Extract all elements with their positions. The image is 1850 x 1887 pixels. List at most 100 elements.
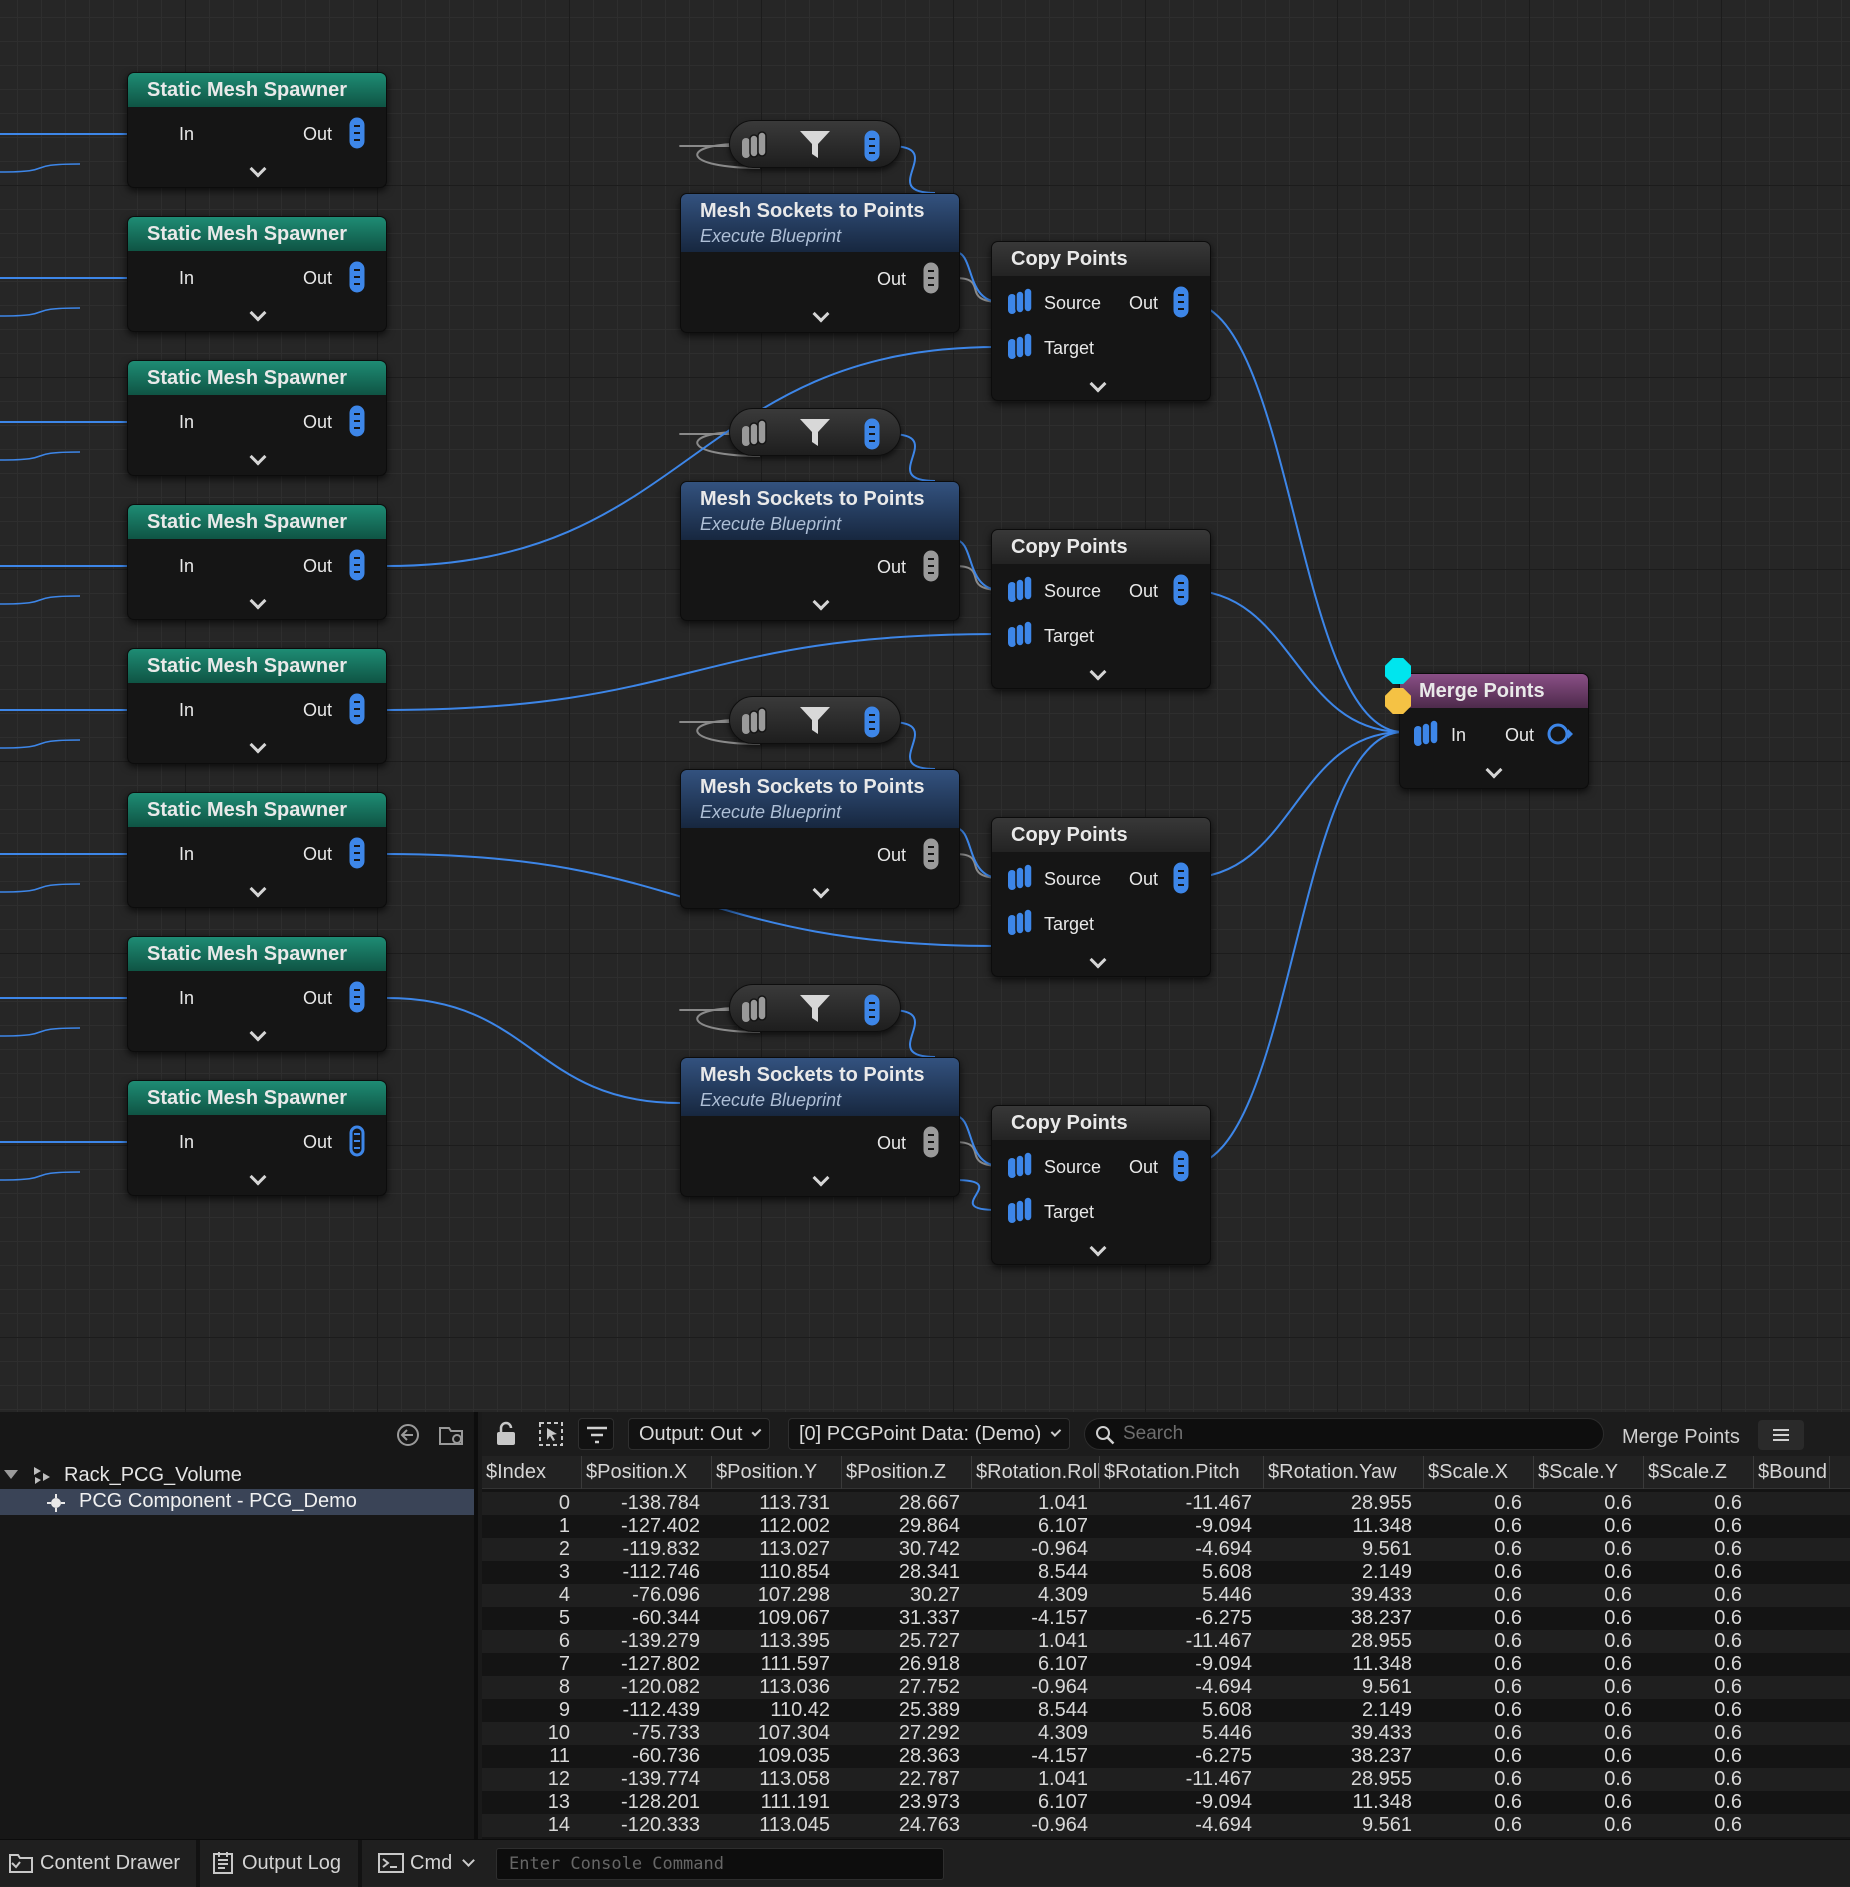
out-pin-icon[interactable] (347, 405, 367, 437)
copy-points-node[interactable]: Copy Points Source Out Target (991, 241, 1211, 401)
collapse-arrow-icon[interactable] (4, 1470, 18, 1480)
mesh-sockets-to-points-node[interactable]: Mesh Sockets to Points Execute Blueprint O… (680, 193, 960, 333)
table-row[interactable]: 12 -139.774 113.058 22.787 1.041 -11.467 28.95… (482, 1768, 1850, 1791)
filter-node[interactable] (729, 696, 901, 744)
expand-chevron-icon[interactable] (1089, 1239, 1107, 1257)
expand-chevron-icon[interactable] (812, 593, 830, 611)
outliner-row-volume[interactable]: Rack_PCG_Volume (0, 1462, 474, 1488)
expand-chevron-icon[interactable] (1089, 663, 1107, 681)
static-mesh-spawner-node[interactable]: Static Mesh Spawner In Out (127, 936, 387, 1052)
expand-chevron-icon[interactable] (249, 160, 267, 178)
table-row[interactable]: 7 -127.802 111.597 26.918 6.107 -9.094 11.348 0… (482, 1653, 1850, 1676)
out-pin-icon[interactable] (862, 994, 882, 1026)
in-pin-icon[interactable] (740, 130, 768, 162)
static-mesh-spawner-node[interactable]: Static Mesh Spawner In Out (127, 504, 387, 620)
static-mesh-spawner-node[interactable]: Static Mesh Spawner In Out (127, 1080, 387, 1196)
browse-folder-icon[interactable] (438, 1422, 466, 1448)
out-pin-icon[interactable] (347, 117, 367, 149)
mesh-sockets-to-points-node[interactable]: Mesh Sockets to Points Execute Blueprint O… (680, 1057, 960, 1197)
filter-node[interactable] (729, 120, 901, 168)
table-row[interactable]: 13 -128.201 111.191 23.973 6.107 -9.094 11.348… (482, 1791, 1850, 1814)
search-input[interactable]: Search (1084, 1418, 1604, 1450)
back-icon[interactable] (395, 1422, 421, 1448)
copy-points-node[interactable]: Copy Points Source Out Target (991, 1105, 1211, 1265)
filter-lines-button[interactable] (578, 1418, 614, 1450)
source-pin-icon[interactable] (1006, 574, 1034, 606)
console-input[interactable]: Enter Console Command (496, 1848, 944, 1880)
expand-chevron-icon[interactable] (812, 1169, 830, 1187)
column-header[interactable]: $Rotation.Yaw (1264, 1456, 1424, 1489)
debug-yellow-marker[interactable] (1385, 688, 1411, 714)
table-row[interactable]: 3 -112.746 110.854 28.341 8.544 5.608 2.149 0.6… (482, 1561, 1850, 1584)
out-pin-icon[interactable] (1171, 286, 1191, 318)
out-pin-icon[interactable] (921, 262, 941, 294)
out-pin-icon[interactable] (921, 838, 941, 870)
expand-chevron-icon[interactable] (812, 881, 830, 899)
pcg-graph-canvas[interactable]: Static Mesh Spawner In Out Static Mesh Spaw… (0, 0, 1850, 1412)
out-pin-icon[interactable] (347, 261, 367, 293)
table-row[interactable]: 9 -112.439 110.42 25.389 8.544 5.608 2.149 0.6 0… (482, 1699, 1850, 1722)
table-row[interactable]: 4 -76.096 107.298 30.27 4.309 5.446 39.433 0.6 0… (482, 1584, 1850, 1607)
content-drawer-button[interactable]: Content Drawer (8, 1846, 180, 1880)
target-pin-icon[interactable] (1006, 907, 1034, 939)
select-cursor-icon[interactable] (538, 1421, 564, 1447)
outliner-row-component[interactable]: PCG Component - PCG_Demo (0, 1489, 474, 1515)
in-pin-icon[interactable] (740, 418, 768, 450)
out-pin-icon[interactable] (921, 1126, 941, 1158)
in-pin-icon[interactable] (740, 994, 768, 1026)
expand-chevron-icon[interactable] (249, 304, 267, 322)
column-header[interactable]: $Scale.Z (1644, 1456, 1754, 1489)
source-pin-icon[interactable] (1006, 1150, 1034, 1182)
expand-chevron-icon[interactable] (249, 736, 267, 754)
copy-points-node[interactable]: Copy Points Source Out Target (991, 817, 1211, 977)
static-mesh-spawner-node[interactable]: Static Mesh Spawner In Out (127, 360, 387, 476)
copy-points-node[interactable]: Copy Points Source Out Target (991, 529, 1211, 689)
mesh-sockets-to-points-node[interactable]: Mesh Sockets to Points Execute Blueprint O… (680, 769, 960, 909)
expand-chevron-icon[interactable] (249, 880, 267, 898)
table-row[interactable]: 10 -75.733 107.304 27.292 4.309 5.446 39.433 0.… (482, 1722, 1850, 1745)
filter-node[interactable] (729, 984, 901, 1032)
source-pin-icon[interactable] (1006, 286, 1034, 318)
table-row[interactable]: 5 -60.344 109.067 31.337 -4.157 -6.275 38.237 0… (482, 1607, 1850, 1630)
table-row[interactable]: 2 -119.832 113.027 30.742 -0.964 -4.694 9.561 0… (482, 1538, 1850, 1561)
debug-cyan-marker[interactable] (1385, 658, 1411, 684)
target-pin-icon[interactable] (1006, 1195, 1034, 1227)
target-pin-icon[interactable] (1006, 331, 1034, 363)
static-mesh-spawner-node[interactable]: Static Mesh Spawner In Out (127, 216, 387, 332)
expand-chevron-icon[interactable] (1485, 761, 1503, 779)
column-header[interactable]: $Rotation.Roll (972, 1456, 1100, 1489)
column-header[interactable]: $Position.X (582, 1456, 712, 1489)
output-log-button[interactable]: Output Log (212, 1846, 341, 1880)
merge-points-node[interactable]: Merge Points In Out (1399, 673, 1589, 789)
expand-chevron-icon[interactable] (1089, 951, 1107, 969)
expand-chevron-icon[interactable] (249, 1168, 267, 1186)
column-header[interactable]: $Scale.Y (1534, 1456, 1644, 1489)
column-header[interactable]: $Position.Z (842, 1456, 972, 1489)
out-pin-icon[interactable] (862, 418, 882, 450)
out-pin-icon[interactable] (862, 130, 882, 162)
filter-node[interactable] (729, 408, 901, 456)
in-pin-icon[interactable] (740, 706, 768, 738)
menu-button[interactable] (1758, 1420, 1804, 1450)
table-row[interactable]: 6 -139.279 113.395 25.727 1.041 -11.467 28.955… (482, 1630, 1850, 1653)
table-row[interactable]: 0 -138.784 113.731 28.667 1.041 -11.467 28.955… (482, 1492, 1850, 1515)
out-pin-icon[interactable] (347, 1125, 367, 1157)
lock-icon[interactable] (494, 1421, 518, 1447)
target-pin-icon[interactable] (1006, 619, 1034, 651)
in-pin-icon[interactable] (1412, 718, 1440, 750)
out-pin-icon[interactable] (347, 837, 367, 869)
table-row[interactable]: 8 -120.082 113.036 27.752 -0.964 -4.694 9.561 0… (482, 1676, 1850, 1699)
output-pin-combo[interactable]: Output: Out (628, 1418, 770, 1450)
expand-chevron-icon[interactable] (1089, 375, 1107, 393)
data-selector-combo[interactable]: [0] PCGPoint Data: (Demo) (788, 1418, 1070, 1450)
expand-chevron-icon[interactable] (249, 592, 267, 610)
column-header[interactable]: $Position.Y (712, 1456, 842, 1489)
table-row[interactable]: 14 -120.333 113.045 24.763 -0.964 -4.694 9.561… (482, 1814, 1850, 1837)
column-header[interactable]: $Index (482, 1456, 582, 1489)
out-pin-icon[interactable] (862, 706, 882, 738)
cmd-dropdown[interactable]: Cmd (378, 1846, 476, 1880)
out-pin-icon[interactable] (921, 550, 941, 582)
out-pin-icon[interactable] (347, 693, 367, 725)
out-pin-icon[interactable] (1171, 1150, 1191, 1182)
static-mesh-spawner-node[interactable]: Static Mesh Spawner In Out (127, 648, 387, 764)
